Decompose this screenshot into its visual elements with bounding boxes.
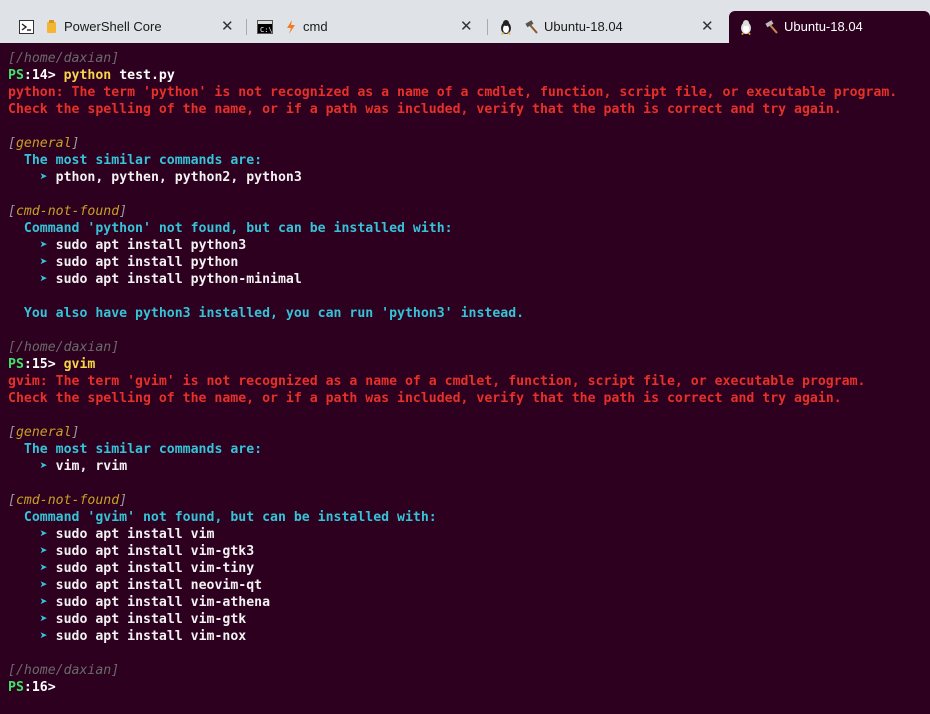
install-command: sudo apt install python-minimal <box>55 272 302 287</box>
install-command: sudo apt install python3 <box>55 238 247 253</box>
install-item: ➤ sudo apt install python-minimal <box>8 271 302 288</box>
tab-label: cmd <box>303 19 328 34</box>
prompt-line: PS:15> gvim <box>8 356 95 373</box>
command-args: test.py <box>111 68 175 83</box>
tab-label: PowerShell Core <box>64 19 162 34</box>
tab-separator <box>487 19 488 35</box>
section-header-cmd-not-found: [cmd-not-found] <box>8 493 128 508</box>
install-item: ➤ sudo apt install neovim-qt <box>8 577 262 594</box>
arrow-icon: ➤ <box>39 612 48 627</box>
install-command: sudo apt install neovim-qt <box>55 578 263 593</box>
prompt-number: :15> <box>23 357 56 372</box>
install-item: ➤ sudo apt install vim-athena <box>8 594 270 611</box>
prompt-number: :16> <box>23 680 56 695</box>
install-command: sudo apt install vim-tiny <box>55 561 255 576</box>
prompt-line[interactable]: PS:16> <box>8 679 56 696</box>
install-command: sudo apt install vim <box>55 527 215 542</box>
cnf-heading: Command 'gvim' not found, but can be ins… <box>8 509 437 526</box>
install-item: ➤ sudo apt install vim-gtk <box>8 611 246 628</box>
command-name: gvim <box>63 357 96 372</box>
error-line: Check the spelling of the name, or if a … <box>8 391 842 406</box>
similar-commands: ➤ vim, rvim <box>8 458 127 475</box>
note-text: You also have python3 installed, you can… <box>23 306 525 321</box>
prompt-ps: PS <box>8 357 24 372</box>
similar-heading-text: The most similar commands are: <box>23 153 263 168</box>
close-icon[interactable]: ✕ <box>460 19 473 35</box>
install-item: ➤ sudo apt install vim <box>8 526 215 543</box>
section-header-general: [general] <box>8 136 80 151</box>
cnf-heading-text: Command 'python' not found, but can be i… <box>23 221 453 236</box>
arrow-icon: ➤ <box>39 578 48 593</box>
linux-penguin-icon <box>738 19 754 35</box>
hammer-icon <box>524 19 540 35</box>
arrow-icon: ➤ <box>39 459 48 474</box>
section-label: cmd-not-found <box>15 493 120 508</box>
cwd-line: [/home/daxian] <box>8 51 120 66</box>
install-command: sudo apt install vim-gtk3 <box>55 544 255 559</box>
arrow-icon: ➤ <box>39 255 48 270</box>
prompt-line: PS:14> python test.py <box>8 67 175 84</box>
cmd-icon: C:\ <box>257 19 273 35</box>
install-command: sudo apt install vim-gtk <box>55 612 247 627</box>
prompt-ps: PS <box>8 680 24 695</box>
similar-heading: The most similar commands are: <box>8 152 262 169</box>
prompt-number: :14> <box>23 68 56 83</box>
similar-list: pthon, pythen, python2, python3 <box>55 170 302 185</box>
powershell-icon <box>18 19 34 35</box>
similar-heading: The most similar commands are: <box>8 441 262 458</box>
tab-cmd[interactable]: C:\ cmd ✕ <box>249 11 484 43</box>
arrow-icon: ➤ <box>39 561 48 576</box>
svg-text:C:\: C:\ <box>260 26 273 34</box>
section-header-cmd-not-found: [cmd-not-found] <box>8 204 128 219</box>
similar-commands: ➤ pthon, pythen, python2, python3 <box>8 169 302 186</box>
folder-icon <box>44 19 60 35</box>
tab-label: Ubuntu-18.04 <box>784 19 863 34</box>
arrow-icon: ➤ <box>39 170 48 185</box>
hammer-icon <box>764 19 780 35</box>
lightning-icon <box>283 19 299 35</box>
cnf-heading: Command 'python' not found, but can be i… <box>8 220 453 237</box>
close-icon[interactable]: ✕ <box>701 19 714 35</box>
close-icon[interactable]: ✕ <box>221 19 234 35</box>
arrow-icon: ➤ <box>39 595 48 610</box>
arrow-icon: ➤ <box>39 238 48 253</box>
arrow-icon: ➤ <box>39 272 48 287</box>
tab-label: Ubuntu-18.04 <box>544 19 623 34</box>
install-item: ➤ sudo apt install vim-nox <box>8 628 246 645</box>
error-line: Check the spelling of the name, or if a … <box>8 102 842 117</box>
section-label: general <box>15 425 72 440</box>
install-item: ➤ sudo apt install python3 <box>8 237 246 254</box>
install-item: ➤ sudo apt install vim-gtk3 <box>8 543 254 560</box>
section-label: general <box>15 136 72 151</box>
install-command: sudo apt install vim-athena <box>55 595 271 610</box>
cnf-heading-text: Command 'gvim' not found, but can be ins… <box>23 510 437 525</box>
arrow-icon: ➤ <box>39 544 48 559</box>
command-name: python <box>63 68 112 83</box>
note-line: You also have python3 installed, you can… <box>8 305 524 322</box>
install-item: ➤ sudo apt install vim-tiny <box>8 560 254 577</box>
cwd-line: [/home/daxian] <box>8 663 120 678</box>
section-header-general: [general] <box>8 425 80 440</box>
linux-penguin-icon <box>498 19 514 35</box>
prompt-ps: PS <box>8 68 24 83</box>
section-label: cmd-not-found <box>15 204 120 219</box>
arrow-icon: ➤ <box>39 629 48 644</box>
install-command: sudo apt install vim-nox <box>55 629 247 644</box>
error-line: gvim: The term 'gvim' is not recognized … <box>8 374 866 389</box>
similar-list: vim, rvim <box>55 459 128 474</box>
tab-bar: PowerShell Core ✕ C:\ cmd ✕ Ubuntu-18.04… <box>0 0 930 43</box>
tab-ubuntu-1[interactable]: Ubuntu-18.04 ✕ <box>490 11 725 43</box>
error-line: python: The term 'python' is not recogni… <box>8 85 898 100</box>
install-command: sudo apt install python <box>55 255 239 270</box>
install-item: ➤ sudo apt install python <box>8 254 239 271</box>
similar-heading-text: The most similar commands are: <box>23 442 263 457</box>
tab-ubuntu-2-active[interactable]: Ubuntu-18.04 <box>729 11 930 43</box>
tab-separator <box>246 19 247 35</box>
arrow-icon: ➤ <box>39 527 48 542</box>
cwd-line: [/home/daxian] <box>8 340 120 355</box>
terminal-pane[interactable]: [/home/daxian] PS:14> python test.py pyt… <box>0 43 930 714</box>
tab-powershell-core[interactable]: PowerShell Core ✕ <box>8 11 243 43</box>
